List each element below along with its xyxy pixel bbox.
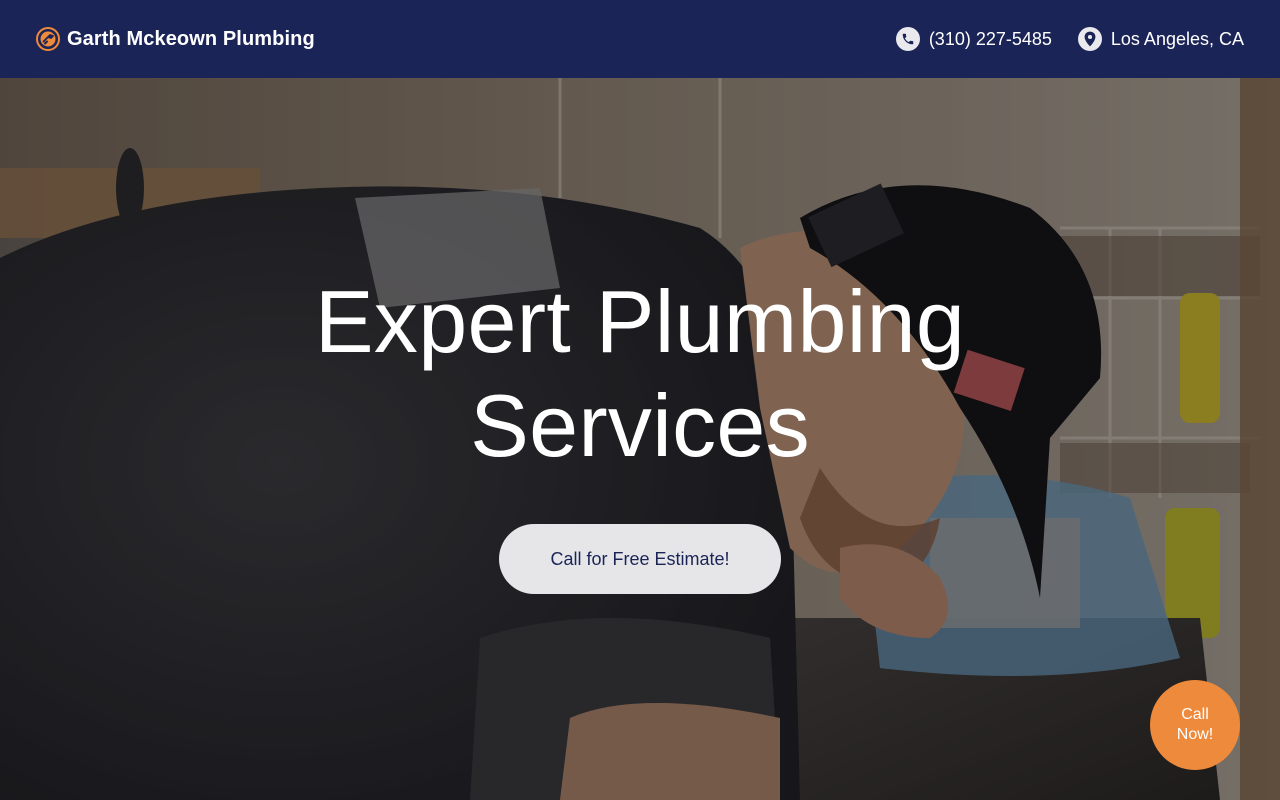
call-now-button[interactable]: Call Now! — [1150, 680, 1240, 770]
location-text: Los Angeles, CA — [1110, 28, 1244, 49]
hero-title-line-1: Expert Plumbing — [314, 272, 966, 371]
phone-link[interactable]: (310) 227-5485 — [895, 27, 1052, 51]
phone-number: (310) 227-5485 — [928, 28, 1052, 49]
map-pin-icon — [1077, 27, 1102, 51]
location: Los Angeles, CA — [1077, 27, 1244, 51]
hero-section: Expert Plumbing Services Call for Free E… — [0, 78, 1280, 800]
wrench-logo-icon — [36, 27, 60, 51]
contact-info: (310) 227-5485 Los Angeles, CA — [895, 27, 1244, 51]
call-now-line-1: Call — [1181, 706, 1209, 723]
brand-name: Garth Mckeown Plumbing — [67, 27, 315, 50]
hero-title-line-2: Services — [470, 376, 810, 475]
brand-link[interactable]: Garth Mckeown Plumbing — [36, 27, 315, 51]
site-header: Garth Mckeown Plumbing (310) 227-5485 Lo… — [0, 0, 1280, 78]
phone-icon — [895, 27, 920, 51]
hero-title: Expert Plumbing Services — [0, 270, 1280, 478]
call-now-line-2: Now! — [1176, 726, 1214, 743]
free-estimate-button[interactable]: Call for Free Estimate! — [499, 524, 781, 594]
